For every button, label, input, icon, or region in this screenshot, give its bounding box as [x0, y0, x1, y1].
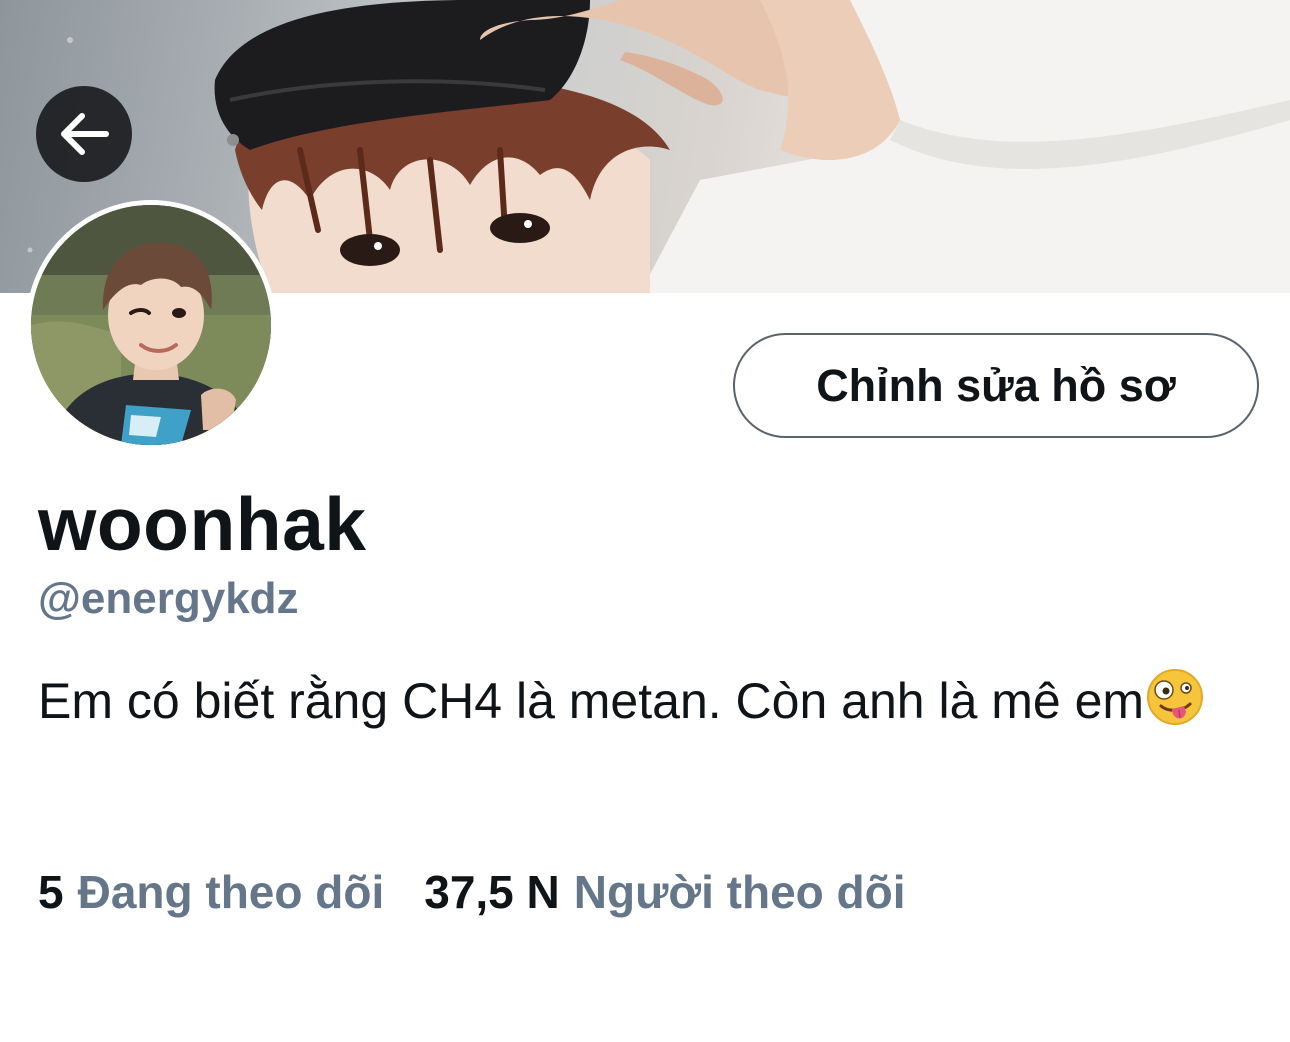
profile-stats: 5 Đang theo dõi 37,5 N Người theo dõi [38, 864, 906, 920]
following-link[interactable]: 5 Đang theo dõi [38, 864, 384, 920]
following-label: Đang theo dõi [77, 866, 385, 918]
profile-bio: Em có biết rằng CH4 là metan. Còn anh là… [38, 660, 1258, 742]
profile-page: Chỉnh sửa hồ sơ woonhak @energykdz Em có… [0, 0, 1290, 1042]
avatar[interactable] [26, 200, 276, 450]
bio-text: Em có biết rằng CH4 là metan. Còn anh là… [38, 673, 1145, 729]
followers-label: Người theo dõi [573, 866, 906, 918]
avatar-image [31, 205, 271, 445]
user-handle: @energykdz [38, 574, 299, 623]
zany-face-emoji-icon [1147, 669, 1204, 725]
followers-count: 37,5 N [424, 866, 560, 918]
edit-profile-button[interactable]: Chỉnh sửa hồ sơ [733, 333, 1259, 438]
followers-link[interactable]: 37,5 N Người theo dõi [424, 864, 905, 920]
avatar-illustration [31, 205, 271, 445]
back-button[interactable] [36, 86, 132, 182]
following-count: 5 [38, 866, 64, 918]
arrow-left-icon [61, 113, 109, 155]
display-name: woonhak [38, 482, 367, 566]
